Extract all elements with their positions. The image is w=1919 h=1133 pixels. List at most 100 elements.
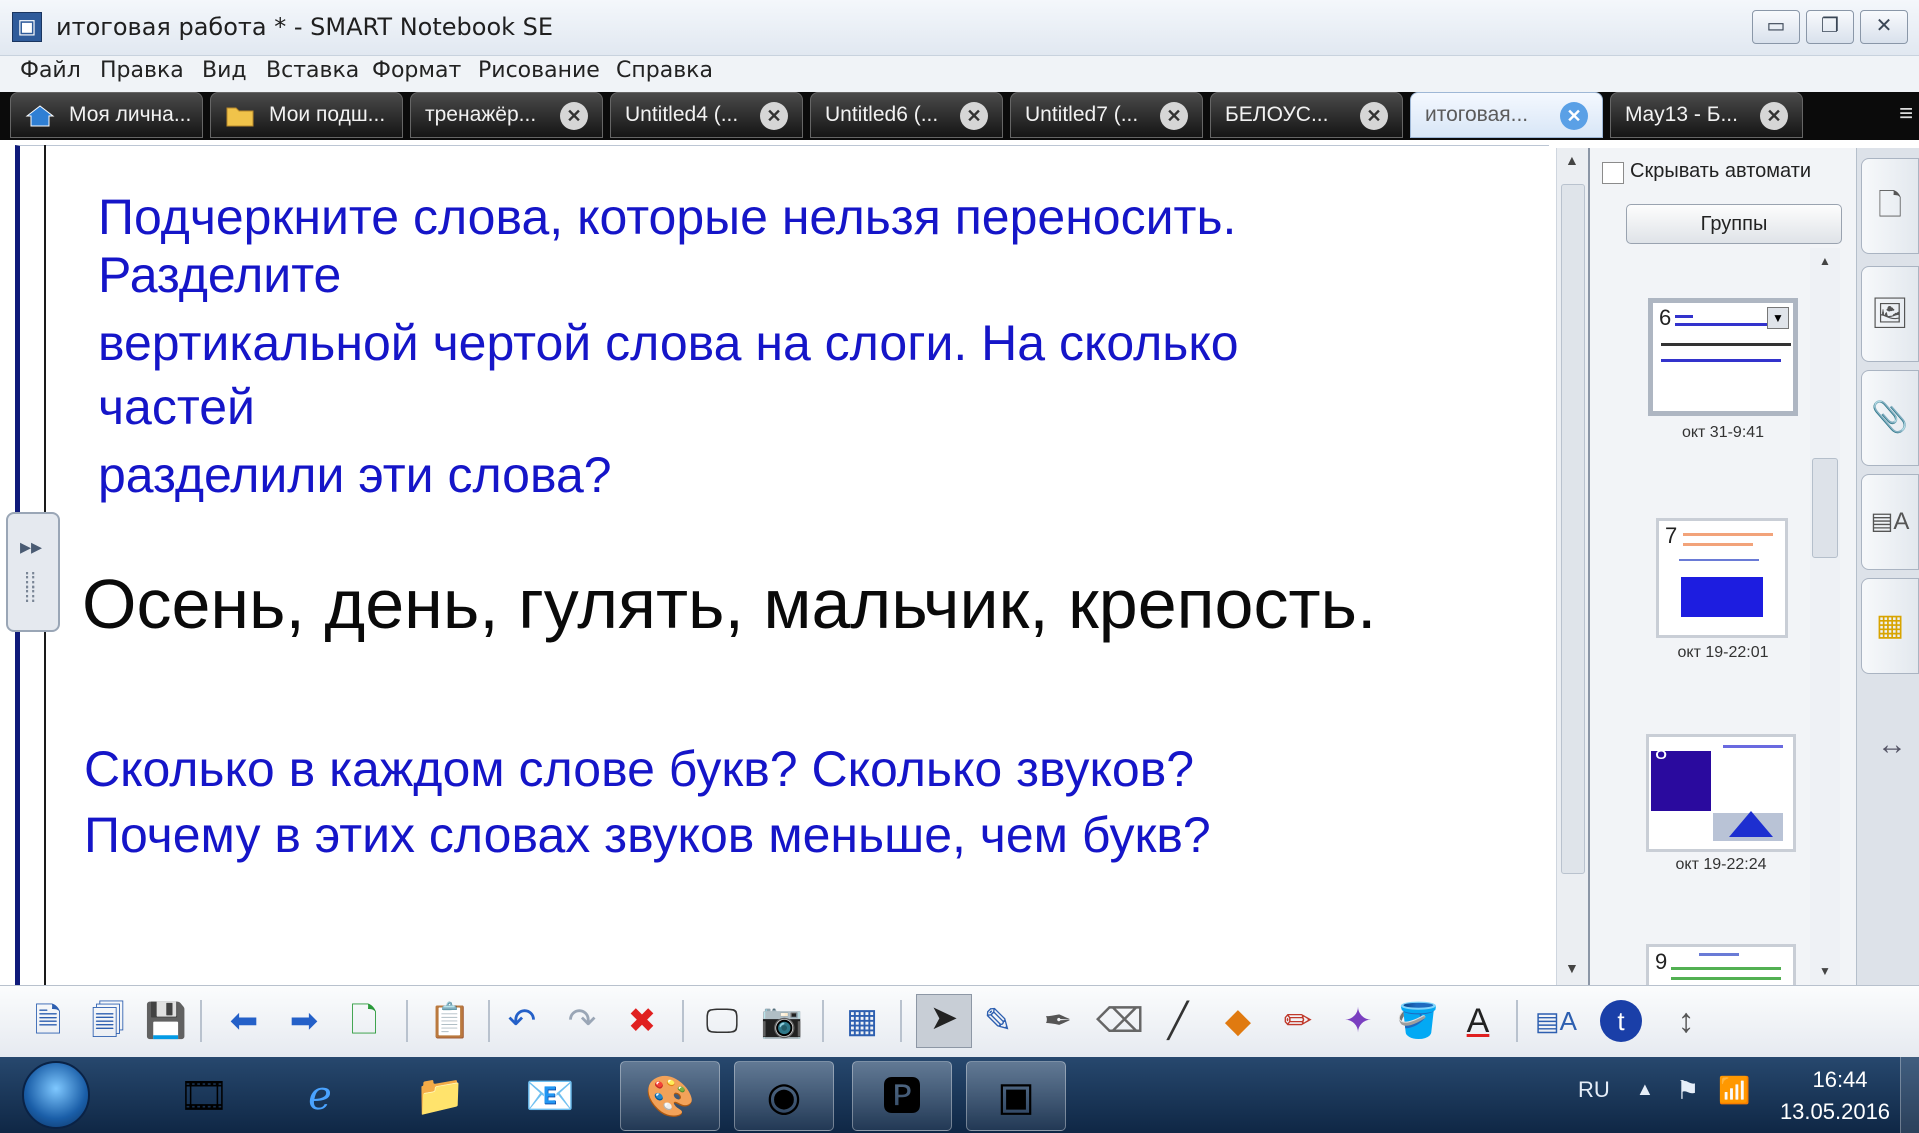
open-file-icon[interactable]: 🗐 xyxy=(86,998,130,1044)
scrollbar-thumb[interactable] xyxy=(1812,458,1838,558)
gallery-tab-icon[interactable]: 🖼 xyxy=(1861,266,1919,362)
close-tab-icon[interactable]: ✕ xyxy=(1760,102,1788,130)
undo-icon[interactable]: ↶ xyxy=(500,998,544,1044)
page-sorter-tab-icon[interactable]: 🗋 xyxy=(1861,158,1919,254)
shapes-icon[interactable]: ◆ xyxy=(1216,998,1260,1044)
page-thumbnail-8[interactable]: 8 xyxy=(1646,734,1796,852)
toggle-sidebar-handle[interactable]: ▸▸ ⁞⁞ ⁞⁞ xyxy=(6,512,60,632)
move-toolbar-icon[interactable]: ↕ xyxy=(1664,998,1708,1044)
line-icon[interactable]: ╱ xyxy=(1156,998,1200,1044)
fill-icon[interactable]: 🪣 xyxy=(1396,998,1440,1044)
pen-icon[interactable]: ✎ xyxy=(976,998,1020,1044)
scroll-up-icon[interactable]: ▲ xyxy=(1565,152,1579,168)
page-thumbnail-7[interactable]: 7 xyxy=(1656,518,1788,638)
clock-date[interactable]: 13.05.2016 xyxy=(1770,1099,1900,1125)
close-window-button[interactable]: ✕ xyxy=(1860,10,1908,44)
thumbnail-menu-icon[interactable]: ▼ xyxy=(1767,307,1789,329)
scroll-down-icon[interactable]: ▼ xyxy=(1565,960,1579,976)
tab-trainer[interactable]: тренажёр... ✕ xyxy=(410,92,603,138)
instruction-line-2[interactable]: Разделите xyxy=(98,246,341,304)
menu-insert[interactable]: Вставка xyxy=(266,58,359,83)
email-client-icon[interactable]: 📧 xyxy=(500,1061,600,1131)
page-thumbnail-9[interactable]: 9 xyxy=(1646,944,1796,985)
instruction-line-4[interactable]: частей xyxy=(98,378,255,436)
smart-notebook-app-icon[interactable]: ▣ xyxy=(12,12,42,42)
restore-button[interactable]: ❐ xyxy=(1806,10,1854,44)
next-page-icon[interactable]: ➡ xyxy=(282,998,326,1044)
menu-format[interactable]: Формат xyxy=(372,58,461,83)
clock-time[interactable]: 16:44 xyxy=(1790,1067,1890,1093)
new-page-icon[interactable]: 🗎 xyxy=(26,998,70,1044)
page-thumbnail-6[interactable]: 6 ▼ xyxy=(1648,298,1798,416)
tab-may13[interactable]: May13 - Б... ✕ xyxy=(1610,92,1803,138)
close-tab-icon[interactable]: ✕ xyxy=(1360,102,1388,130)
words-line[interactable]: Осень, день, гулять, мальчик, крепость. xyxy=(82,564,1376,644)
previous-page-icon[interactable]: ⬅ xyxy=(222,998,266,1044)
table-icon[interactable]: ▦ xyxy=(840,998,884,1044)
scroll-up-icon[interactable]: ▲ xyxy=(1819,254,1831,268)
magic-pen-icon[interactable]: ✦ xyxy=(1336,998,1380,1044)
tab-untitled7[interactable]: Untitled7 (... ✕ xyxy=(1010,92,1203,138)
menu-edit[interactable]: Правка xyxy=(100,58,184,83)
sorter-scrollbar[interactable]: ▲ ▼ xyxy=(1810,248,1840,988)
redo-icon[interactable]: ↷ xyxy=(560,998,604,1044)
menu-draw[interactable]: Рисование xyxy=(478,58,600,83)
close-tab-icon[interactable]: ✕ xyxy=(1560,102,1588,130)
creative-pen-icon[interactable]: ✒ xyxy=(1036,998,1080,1044)
action-center-flag-icon[interactable]: ⚑ xyxy=(1676,1075,1699,1106)
close-tab-icon[interactable]: ✕ xyxy=(1160,102,1188,130)
internet-explorer-icon[interactable]: ℯ xyxy=(270,1061,370,1131)
chrome-icon[interactable]: ◉ xyxy=(734,1061,834,1131)
tab-my-content[interactable]: Моя лична... xyxy=(10,92,203,138)
paint-icon[interactable]: 🎨 xyxy=(620,1061,720,1131)
tools-info-icon[interactable]: t xyxy=(1600,1000,1642,1042)
close-tab-icon[interactable]: ✕ xyxy=(760,102,788,130)
question-line-1[interactable]: Сколько в каждом слове букв? Сколько зву… xyxy=(84,740,1194,798)
text-icon[interactable]: A xyxy=(1456,998,1500,1044)
canvas-scrollbar[interactable]: ▲ ▼ xyxy=(1556,148,1588,985)
powerpoint-icon[interactable]: 🅿 xyxy=(852,1061,952,1131)
menu-view[interactable]: Вид xyxy=(202,58,247,83)
show-desktop-button[interactable] xyxy=(1900,1057,1919,1133)
autohide-checkbox[interactable] xyxy=(1602,162,1624,184)
attachments-tab-icon[interactable]: 📎 xyxy=(1861,370,1919,466)
delete-icon[interactable]: ✖ xyxy=(620,998,664,1044)
eraser-icon[interactable]: ⌫ xyxy=(1096,998,1144,1044)
tab-my-subscriptions[interactable]: Мои подш... xyxy=(210,92,403,138)
instruction-line-5[interactable]: разделили эти слова? xyxy=(98,446,612,504)
properties-icon[interactable]: ▤A xyxy=(1534,998,1578,1044)
save-icon[interactable]: 💾 xyxy=(144,998,188,1044)
smart-notebook-taskbar-icon[interactable]: ▣ xyxy=(966,1061,1066,1131)
shape-recognition-pen-icon[interactable]: ✏ xyxy=(1276,998,1320,1044)
close-tab-icon[interactable]: ✕ xyxy=(960,102,988,130)
select-pointer-icon[interactable]: ➤ xyxy=(916,994,972,1048)
add-page-icon[interactable]: 🗋 xyxy=(342,998,386,1044)
scroll-down-icon[interactable]: ▼ xyxy=(1819,964,1831,978)
tab-belous[interactable]: БЕЛОУС... ✕ xyxy=(1210,92,1403,138)
scrollbar-thumb[interactable] xyxy=(1561,184,1585,874)
resize-panel-icon[interactable]: ↔ xyxy=(1877,728,1907,762)
network-signal-icon[interactable]: 📶 xyxy=(1718,1075,1750,1106)
tab-untitled4[interactable]: Untitled4 (... ✕ xyxy=(610,92,803,138)
close-tab-icon[interactable]: ✕ xyxy=(560,102,588,130)
minimize-button[interactable]: ▭ xyxy=(1752,10,1800,44)
start-button[interactable] xyxy=(22,1061,90,1129)
screen-shade-icon[interactable]: 🖵 xyxy=(700,998,744,1044)
addons-tab-icon[interactable]: ▦ xyxy=(1861,578,1919,674)
media-player-icon[interactable]: 🎞 xyxy=(154,1061,254,1131)
tabs-menu-icon[interactable]: ≡ xyxy=(1899,100,1913,128)
show-hidden-icons-icon[interactable]: ▲ xyxy=(1636,1079,1654,1100)
properties-tab-icon[interactable]: ▤A xyxy=(1861,474,1919,570)
menu-help[interactable]: Справка xyxy=(616,58,713,83)
tab-final-work[interactable]: итоговая... ✕ xyxy=(1410,92,1603,138)
language-indicator[interactable]: RU xyxy=(1578,1077,1610,1103)
paste-icon[interactable]: 📋 xyxy=(428,998,472,1044)
groups-button[interactable]: Группы xyxy=(1626,204,1842,244)
tab-untitled6[interactable]: Untitled6 (... ✕ xyxy=(810,92,1003,138)
instruction-line-3[interactable]: вертикальной чертой слова на слоги. На с… xyxy=(98,314,1239,372)
menu-file[interactable]: Файл xyxy=(20,58,81,83)
file-explorer-icon[interactable]: 📁 xyxy=(390,1061,490,1131)
instruction-line-1[interactable]: Подчеркните слова, которые нельзя перено… xyxy=(98,188,1236,246)
screen-capture-icon[interactable]: 📷 xyxy=(760,998,804,1044)
question-line-2[interactable]: Почему в этих словах звуков меньше, чем … xyxy=(84,806,1211,864)
